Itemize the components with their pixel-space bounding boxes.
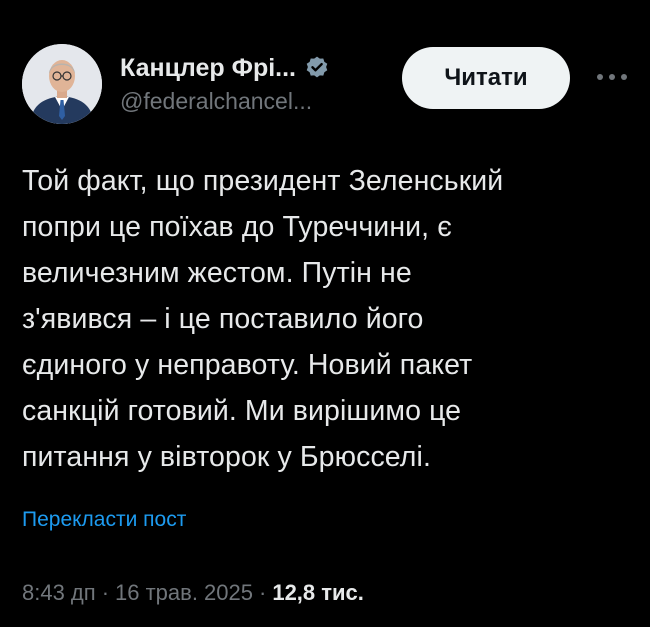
- author-handle[interactable]: @federalchancel...: [120, 88, 330, 115]
- meta-separator: ·: [101, 580, 110, 605]
- more-horizontal-icon: [597, 74, 627, 80]
- tweet-text-line: попри це поїхав до Туреччини, є: [22, 211, 452, 243]
- tweet-text-line: Той факт, що президент Зеленський: [22, 165, 504, 197]
- profile-photo: [22, 44, 102, 124]
- translate-post-link[interactable]: Перекласти пост: [22, 508, 186, 532]
- avatar[interactable]: [22, 44, 102, 124]
- tweet-post: Канцлер Фрі... @federalchancel... Читати…: [0, 0, 650, 627]
- author-block[interactable]: Канцлер Фрі... @federalchancel...: [120, 50, 330, 115]
- author-display-name[interactable]: Канцлер Фрі...: [120, 54, 296, 83]
- views-count[interactable]: 12,8 тис.: [272, 580, 364, 606]
- tweet-text-line: величезним жестом. Путін не: [22, 257, 412, 289]
- follow-button[interactable]: Читати: [402, 47, 570, 109]
- tweet-text-line: з'явився – і це поставило його: [22, 303, 424, 335]
- tweet-text-line: питання у вівторок у Брюсселі.: [22, 441, 431, 473]
- author-name-row: Канцлер Фрі...: [120, 50, 330, 86]
- post-time[interactable]: 8:43 дп: [22, 580, 96, 606]
- tweet-text-line: єдиного у неправоту. Новий пакет: [22, 349, 473, 381]
- meta-separator: ·: [259, 580, 267, 605]
- more-options-button[interactable]: [592, 62, 632, 92]
- tweet-text-line: санкцій готовий. Ми вирішимо це: [22, 395, 462, 427]
- tweet-text: Той факт, що президент Зеленський попри …: [22, 158, 622, 480]
- post-date[interactable]: 16 трав. 2025: [115, 580, 253, 606]
- verified-badge-icon: [304, 55, 330, 81]
- post-metadata: 8:43 дп · 16 трав. 2025 · 12,8 тис.: [22, 580, 364, 606]
